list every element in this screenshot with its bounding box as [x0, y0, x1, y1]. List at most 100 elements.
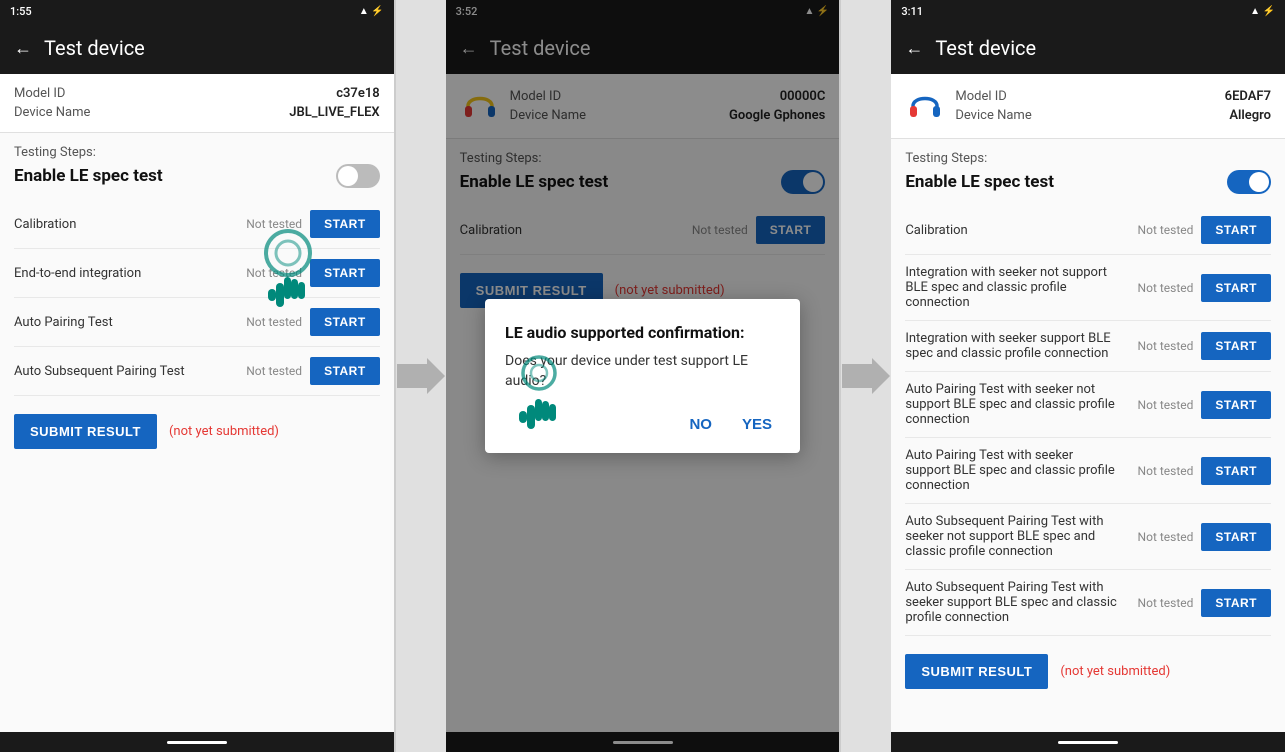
status-icons: ▲ ⚡ [1250, 6, 1275, 17]
back-button[interactable]: ← [14, 38, 32, 59]
status-bar: 3:11 ▲ ⚡ [891, 0, 1285, 22]
test-status: Not tested [1128, 223, 1193, 237]
nav-home-indicator [1058, 741, 1118, 744]
test-row-label: Auto Subsequent Pairing Test [14, 364, 237, 379]
test-status: Not tested [237, 266, 302, 280]
test-row: Auto Subsequent Pairing Test with seeker… [905, 570, 1271, 636]
app-bar-title: Test device [935, 36, 1036, 60]
dialog-title: LE audio supported confirmation: [505, 323, 780, 342]
le-audio-dialog: LE audio supported confirmation: Does you… [485, 299, 800, 452]
start-button[interactable]: START [1201, 332, 1271, 360]
device-icon [905, 84, 945, 128]
test-status: Not tested [1128, 596, 1193, 610]
test-row: CalibrationNot tested START [14, 200, 380, 249]
dialog-buttons: NO YES [505, 412, 780, 437]
nav-bar [891, 732, 1285, 752]
test-status: Not tested [1128, 398, 1193, 412]
test-status: Not tested [1128, 339, 1193, 353]
device-card: Model ID 6EDAF7 Device Name Allegro [891, 74, 1285, 139]
status-icons: ▲ ⚡ [359, 6, 384, 17]
test-row-label: Integration with seeker support BLE spec… [905, 331, 1128, 361]
submit-result-button[interactable]: SUBMIT RESULT [14, 414, 157, 449]
test-status: Not tested [237, 364, 302, 378]
device-name-row: Device Name JBL_LIVE_FLEX [14, 103, 380, 122]
test-row: Auto Subsequent Pairing TestNot tested ST… [14, 347, 380, 396]
test-row-label: Auto Pairing Test with seeker not suppor… [905, 382, 1128, 427]
test-row-label: Calibration [905, 223, 1128, 238]
device-info: Model ID 6EDAF7 Device Name Allegro [955, 87, 1271, 125]
model-id-label: Model ID [955, 89, 1006, 104]
start-button[interactable]: START [1201, 391, 1271, 419]
enable-le-row: Enable LE spec test [905, 170, 1271, 194]
dialog-overlay: LE audio supported confirmation: Does you… [446, 0, 840, 752]
app-bar-title: Test device [44, 36, 145, 60]
nav-home-indicator [167, 741, 227, 744]
submit-result-button[interactable]: SUBMIT RESULT [905, 654, 1048, 689]
test-row-label: Auto Subsequent Pairing Test with seeker… [905, 580, 1128, 625]
start-button[interactable]: START [1201, 523, 1271, 551]
model-id-row: Model ID c37e18 [14, 84, 380, 103]
test-row: Integration with seeker support BLE spec… [905, 321, 1271, 372]
flow-arrow [396, 0, 446, 752]
testing-steps-label: Testing Steps: [14, 145, 380, 160]
enable-le-row: Enable LE spec test [14, 164, 380, 188]
back-button[interactable]: ← [905, 38, 923, 59]
app-bar: ← Test device [891, 22, 1285, 74]
phone-panel-3: 3:11 ▲ ⚡ ← Test device Model ID 6EDAF7 D… [891, 0, 1285, 752]
device-name-value: Allegro [1229, 108, 1271, 123]
start-button[interactable]: START [310, 259, 380, 287]
device-info: Model ID c37e18 Device Name JBL_LIVE_FLE… [14, 84, 380, 122]
model-id-row: Model ID 6EDAF7 [955, 87, 1271, 106]
test-status: Not tested [1128, 464, 1193, 478]
test-status: Not tested [1128, 281, 1193, 295]
device-name-row: Device Name Allegro [955, 106, 1271, 125]
model-id-value: c37e18 [336, 86, 379, 101]
dialog-no-button[interactable]: NO [681, 412, 720, 437]
test-status: Not tested [237, 315, 302, 329]
flow-arrow [841, 0, 891, 752]
start-button[interactable]: START [1201, 216, 1271, 244]
enable-le-label: Enable LE spec test [905, 172, 1054, 192]
device-name-value: JBL_LIVE_FLEX [289, 105, 379, 120]
dialog-body: Does your device under test support LE a… [505, 352, 780, 391]
test-row: Auto Subsequent Pairing Test with seeker… [905, 504, 1271, 570]
device-card: Model ID c37e18 Device Name JBL_LIVE_FLE… [0, 74, 394, 133]
not-submitted-label: (not yet submitted) [1060, 664, 1170, 679]
start-button[interactable]: START [310, 357, 380, 385]
test-row-label: Auto Pairing Test with seeker support BL… [905, 448, 1128, 493]
content-area: Testing Steps: Enable LE spec test Calibra… [891, 139, 1285, 732]
le-spec-toggle[interactable] [1227, 170, 1271, 194]
test-row: Auto Pairing TestNot tested START [14, 298, 380, 347]
test-row-label: Calibration [14, 217, 237, 232]
status-bar: 1:55 ▲ ⚡ [0, 0, 394, 22]
not-submitted-label: (not yet submitted) [169, 424, 279, 439]
test-status: Not tested [1128, 530, 1193, 544]
start-button[interactable]: START [1201, 457, 1271, 485]
start-button[interactable]: START [310, 308, 380, 336]
status-time: 3:11 [901, 5, 923, 18]
test-row: Auto Pairing Test with seeker support BL… [905, 438, 1271, 504]
start-button[interactable]: START [310, 210, 380, 238]
phone-panel-2: 3:52 ▲ ⚡ ← Test device Model ID 00000C D… [446, 0, 842, 752]
test-row: End-to-end integrationNot testedSTART [14, 249, 380, 298]
device-name-label: Device Name [14, 105, 90, 120]
test-row: CalibrationNot tested START [905, 206, 1271, 255]
content-area: Testing Steps: Enable LE spec test Calibra… [0, 133, 394, 732]
start-button[interactable]: START [1201, 274, 1271, 302]
start-button[interactable]: START [1201, 589, 1271, 617]
testing-steps-label: Testing Steps: [905, 151, 1271, 166]
phone-panel-1: 1:55 ▲ ⚡ ← Test device Model ID c37e18 D… [0, 0, 396, 752]
submit-row: SUBMIT RESULT (not yet submitted) [14, 410, 380, 449]
test-row-label: Auto Subsequent Pairing Test with seeker… [905, 514, 1128, 559]
model-id-label: Model ID [14, 86, 65, 101]
test-row: Integration with seeker not support BLE … [905, 255, 1271, 321]
nav-bar [0, 732, 394, 752]
submit-row: SUBMIT RESULT (not yet submitted) [905, 650, 1271, 689]
status-time: 1:55 [10, 5, 32, 18]
le-spec-toggle[interactable] [336, 164, 380, 188]
dialog-yes-button[interactable]: YES [734, 412, 780, 437]
test-row-label: Auto Pairing Test [14, 315, 237, 330]
enable-le-label: Enable LE spec test [14, 166, 163, 186]
app-bar: ← Test device [0, 22, 394, 74]
test-status: Not tested [237, 217, 302, 231]
